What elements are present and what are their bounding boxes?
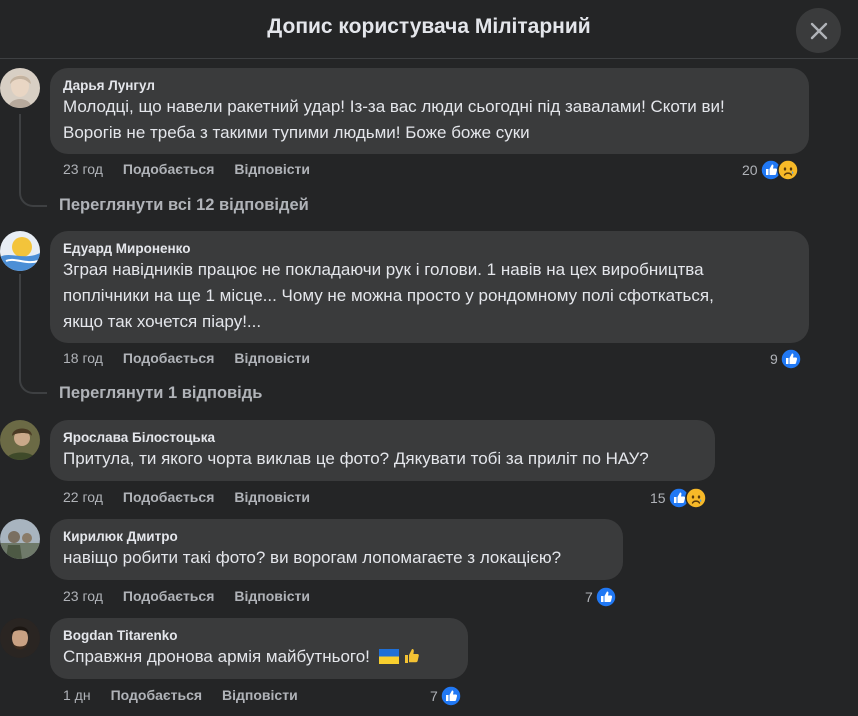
avatar[interactable] xyxy=(0,231,40,271)
comment-meta: 1 дн Подобається Відповісти xyxy=(63,687,298,703)
thread-curve xyxy=(19,378,47,394)
comment-time[interactable]: 1 дн xyxy=(63,687,91,703)
comment-author[interactable]: Дарья Лунгул xyxy=(63,77,795,94)
comment-author[interactable]: Кирилюк Дмитро xyxy=(63,528,609,545)
like-reaction-icon xyxy=(440,685,462,707)
sad-reaction-icon xyxy=(684,487,707,509)
like-button[interactable]: Подобається xyxy=(111,687,202,703)
avatar[interactable] xyxy=(0,519,40,559)
comment-time[interactable]: 23 год xyxy=(63,161,103,177)
close-button[interactable] xyxy=(796,8,841,53)
thumbs-up-icon xyxy=(405,649,420,663)
thread-line xyxy=(19,114,21,193)
reaction-count: 7 xyxy=(585,589,593,605)
dialog-title: Допис користувача Мілітарний xyxy=(267,15,591,38)
comment-bubble: Дарья Лунгул Молодці, що навели ракетний… xyxy=(50,68,809,154)
comment-line: Молодці, що навели ракетний удар! Із-за … xyxy=(63,97,725,116)
like-button[interactable]: Подобається xyxy=(123,588,214,604)
reply-button[interactable]: Відповісти xyxy=(234,489,310,505)
comment-line: якщо так хочется піару!... xyxy=(63,312,262,331)
reaction-count: 20 xyxy=(742,162,758,178)
reaction-summary[interactable]: 7 xyxy=(430,685,462,707)
thread-curve xyxy=(19,191,47,207)
comment-line: Зграя навідників працює не покладаючи ру… xyxy=(63,260,704,279)
reaction-summary[interactable]: 7 xyxy=(585,586,617,608)
comment-meta: 22 год Подобається Відповісти xyxy=(63,489,310,505)
comment-line: Притула, ти якого чорта виклав це фото? … xyxy=(63,449,649,468)
dialog-header: Допис користувача Мілітарний xyxy=(0,0,858,59)
comment-line: Ворогів не треба з такими тупими людьми!… xyxy=(63,123,530,142)
like-button[interactable]: Подобається xyxy=(123,161,214,177)
comment-author[interactable]: Едуард Мироненко xyxy=(63,240,795,257)
comment-time[interactable]: 23 год xyxy=(63,588,103,604)
reaction-summary[interactable]: 9 xyxy=(770,348,802,370)
like-reaction-icon xyxy=(595,586,617,608)
reply-button[interactable]: Відповісти xyxy=(222,687,298,703)
comment-bubble: Bogdan Titarenko Справжня дронова армія … xyxy=(50,618,468,679)
reply-button[interactable]: Відповісти xyxy=(234,588,310,604)
reaction-summary[interactable]: 15 xyxy=(650,487,707,509)
comment-meta: 18 год Подобається Відповісти xyxy=(63,350,310,366)
comment-meta: 23 год Подобається Відповісти xyxy=(63,588,310,604)
avatar[interactable] xyxy=(0,618,40,658)
comment-text: Справжня дронова армія майбутнього! xyxy=(63,644,454,670)
view-replies-link[interactable]: Переглянути 1 відповідь xyxy=(59,384,262,403)
reaction-count: 9 xyxy=(770,351,778,367)
comment-line: навіщо робити такі фото? ви ворогам лопо… xyxy=(63,548,562,567)
ukraine-flag-icon xyxy=(378,649,399,664)
comment-bubble: Ярослава Білостоцька Притула, ти якого ч… xyxy=(50,420,715,481)
comment-line: Справжня дронова армія майбутнього! xyxy=(63,647,370,666)
comment-author[interactable]: Ярослава Білостоцька xyxy=(63,429,701,446)
reaction-summary[interactable]: 20 xyxy=(742,159,799,181)
sad-reaction-icon xyxy=(776,159,799,181)
reaction-count: 7 xyxy=(430,688,438,704)
reaction-count: 15 xyxy=(650,490,666,506)
comment-bubble: Едуард Мироненко Зграя навідників працює… xyxy=(50,231,809,343)
avatar[interactable] xyxy=(0,68,40,108)
view-replies-link[interactable]: Переглянути всі 12 відповідей xyxy=(59,196,309,215)
avatar[interactable] xyxy=(0,420,40,460)
comment-time[interactable]: 22 год xyxy=(63,489,103,505)
comment-line: поплічники на ще 1 місце... Чому не можн… xyxy=(63,286,714,305)
close-icon xyxy=(810,22,827,39)
reply-button[interactable]: Відповісти xyxy=(234,350,310,366)
reply-button[interactable]: Відповісти xyxy=(234,161,310,177)
comment-bubble: Кирилюк Дмитро навіщо робити такі фото? … xyxy=(50,519,623,580)
comment-author[interactable]: Bogdan Titarenko xyxy=(63,627,454,644)
comment-meta: 23 год Подобається Відповісти xyxy=(63,161,310,177)
comment-time[interactable]: 18 год xyxy=(63,350,103,366)
like-button[interactable]: Подобається xyxy=(123,350,214,366)
thread-line xyxy=(19,274,21,379)
like-reaction-icon xyxy=(780,348,802,370)
like-button[interactable]: Подобається xyxy=(123,489,214,505)
